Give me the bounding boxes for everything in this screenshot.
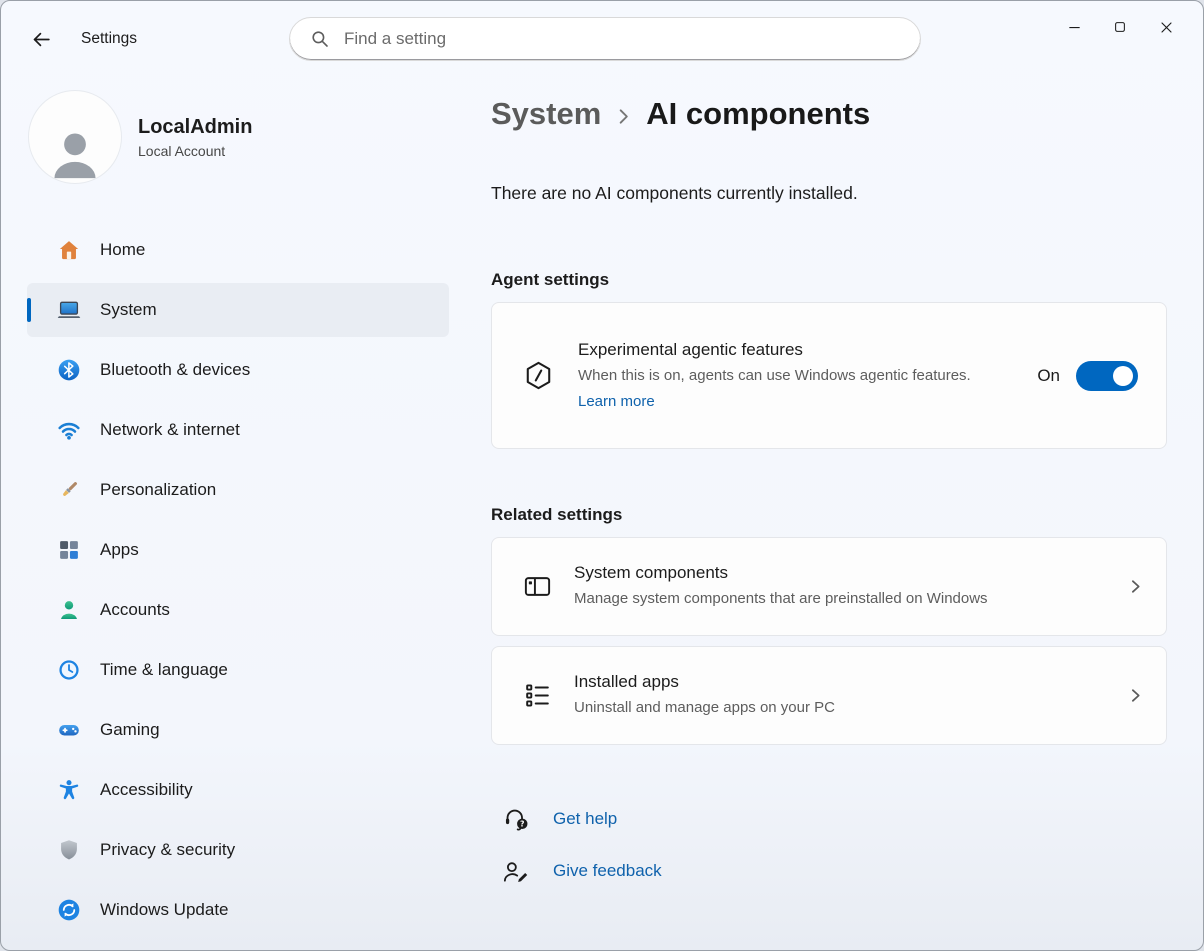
sidebar-item-apps[interactable]: Apps <box>27 523 449 577</box>
agentic-card-text: Experimental agentic features When this … <box>578 340 971 411</box>
avatar <box>29 91 121 183</box>
learn-more-link[interactable]: Learn more <box>578 393 655 410</box>
accessibility-person-icon <box>57 778 81 802</box>
minimize-icon <box>1067 20 1082 35</box>
give-feedback-label: Give feedback <box>553 861 662 881</box>
breadcrumb: System AI components <box>491 89 1167 139</box>
selected-accent-bar <box>27 298 31 322</box>
agentic-card-title: Experimental agentic features <box>578 340 971 360</box>
sidebar-item-privacy-security[interactable]: Privacy & security <box>27 823 449 877</box>
get-help-link[interactable]: ? Get help <box>491 799 1167 839</box>
give-feedback-link[interactable]: Give feedback <box>491 851 1167 891</box>
titlebar: Settings <box>1 1 1203 77</box>
wifi-icon <box>57 418 81 442</box>
person-icon <box>46 125 104 183</box>
installed-apps-card[interactable]: Installed apps Uninstall and manage apps… <box>491 646 1167 745</box>
sidebar-item-bluetooth-devices[interactable]: Bluetooth & devices <box>27 343 449 397</box>
settings-window: Settings <box>0 0 1204 951</box>
user-name: LocalAdmin <box>138 115 252 140</box>
toggle-area: On <box>1037 361 1138 391</box>
sidebar-item-label: Personalization <box>100 480 216 500</box>
agentic-features-toggle[interactable] <box>1076 361 1138 391</box>
bluetooth-icon <box>57 358 81 382</box>
breadcrumb-system[interactable]: System <box>491 96 601 132</box>
empty-message: There are no AI components currently ins… <box>491 183 1167 204</box>
sidebar-item-accessibility[interactable]: Accessibility <box>27 763 449 817</box>
sidebar-item-label: Network & internet <box>100 420 240 440</box>
sidebar-item-windows-update[interactable]: Windows Update <box>27 883 449 937</box>
back-button[interactable] <box>23 21 59 57</box>
system-icon <box>57 298 81 322</box>
sidebar-item-label: Bluetooth & devices <box>100 360 250 380</box>
chevron-right-icon <box>1127 687 1144 704</box>
breadcrumb-chevron-icon <box>614 107 633 126</box>
search-box[interactable] <box>289 17 921 61</box>
get-help-icon: ? <box>501 805 531 834</box>
installed-apps-title: Installed apps <box>574 672 835 692</box>
system-components-card[interactable]: System components Manage system componen… <box>491 537 1167 636</box>
toggle-state-label: On <box>1037 366 1060 386</box>
accounts-person-icon <box>57 598 81 622</box>
sidebar-item-label: Apps <box>100 540 139 560</box>
sidebar-nav: Home System Bluetooth & devices Net <box>27 223 449 937</box>
account-type: Local Account <box>138 143 252 159</box>
agentic-features-card: Experimental agentic features When this … <box>491 302 1167 449</box>
sidebar-item-home[interactable]: Home <box>27 223 449 277</box>
sidebar-item-network-internet[interactable]: Network & internet <box>27 403 449 457</box>
sidebar-item-label: Privacy & security <box>100 840 235 860</box>
sidebar: LocalAdmin Local Account Home System <box>1 77 463 950</box>
apps-grid-icon <box>57 538 81 562</box>
minimize-button[interactable] <box>1051 9 1097 45</box>
back-arrow-icon <box>31 29 52 50</box>
give-feedback-icon <box>501 857 531 886</box>
system-components-icon <box>522 571 556 602</box>
gamepad-icon <box>57 718 81 742</box>
system-components-title: System components <box>574 563 988 583</box>
agent-settings-heading: Agent settings <box>491 270 1167 290</box>
update-arrows-icon <box>57 898 81 922</box>
svg-text:?: ? <box>520 819 524 828</box>
sidebar-item-label: Home <box>100 240 145 260</box>
agentic-hexagon-icon <box>522 359 558 392</box>
page-title: AI components <box>646 96 870 132</box>
search-icon <box>310 29 330 49</box>
user-profile[interactable]: LocalAdmin Local Account <box>29 91 463 183</box>
search-input[interactable] <box>342 28 904 50</box>
system-components-description: Manage system components that are preins… <box>574 588 988 611</box>
installed-apps-description: Uninstall and manage apps on your PC <box>574 697 835 720</box>
app-title: Settings <box>81 30 137 48</box>
close-button[interactable] <box>1143 9 1189 45</box>
sidebar-item-label: Windows Update <box>100 900 229 920</box>
maximize-icon <box>1113 20 1127 34</box>
toggle-knob <box>1113 366 1133 386</box>
help-links: ? Get help Give feedback <box>491 799 1167 891</box>
system-components-text: System components Manage system componen… <box>574 563 988 611</box>
sidebar-item-accounts[interactable]: Accounts <box>27 583 449 637</box>
sidebar-item-label: Time & language <box>100 660 228 680</box>
sidebar-item-label: System <box>100 300 157 320</box>
sidebar-item-gaming[interactable]: Gaming <box>27 703 449 757</box>
chevron-right-icon <box>1127 578 1144 595</box>
main-content: System AI components There are no AI com… <box>491 89 1167 903</box>
sidebar-item-personalization[interactable]: Personalization <box>27 463 449 517</box>
window-controls <box>1051 9 1189 45</box>
related-settings-heading: Related settings <box>491 505 1167 525</box>
get-help-label: Get help <box>553 809 617 829</box>
shield-icon <box>57 838 81 862</box>
sidebar-item-time-language[interactable]: Time & language <box>27 643 449 697</box>
paintbrush-icon <box>57 478 81 502</box>
installed-apps-text: Installed apps Uninstall and manage apps… <box>574 672 835 720</box>
sidebar-item-label: Gaming <box>100 720 160 740</box>
installed-apps-icon <box>522 680 556 711</box>
agentic-card-description: When this is on, agents can use Windows … <box>578 365 971 388</box>
clock-icon <box>57 658 81 682</box>
maximize-button[interactable] <box>1097 9 1143 45</box>
sidebar-item-label: Accessibility <box>100 780 193 800</box>
sidebar-item-label: Accounts <box>100 600 170 620</box>
home-icon <box>57 238 81 262</box>
sidebar-item-system[interactable]: System <box>27 283 449 337</box>
close-icon <box>1159 20 1174 35</box>
